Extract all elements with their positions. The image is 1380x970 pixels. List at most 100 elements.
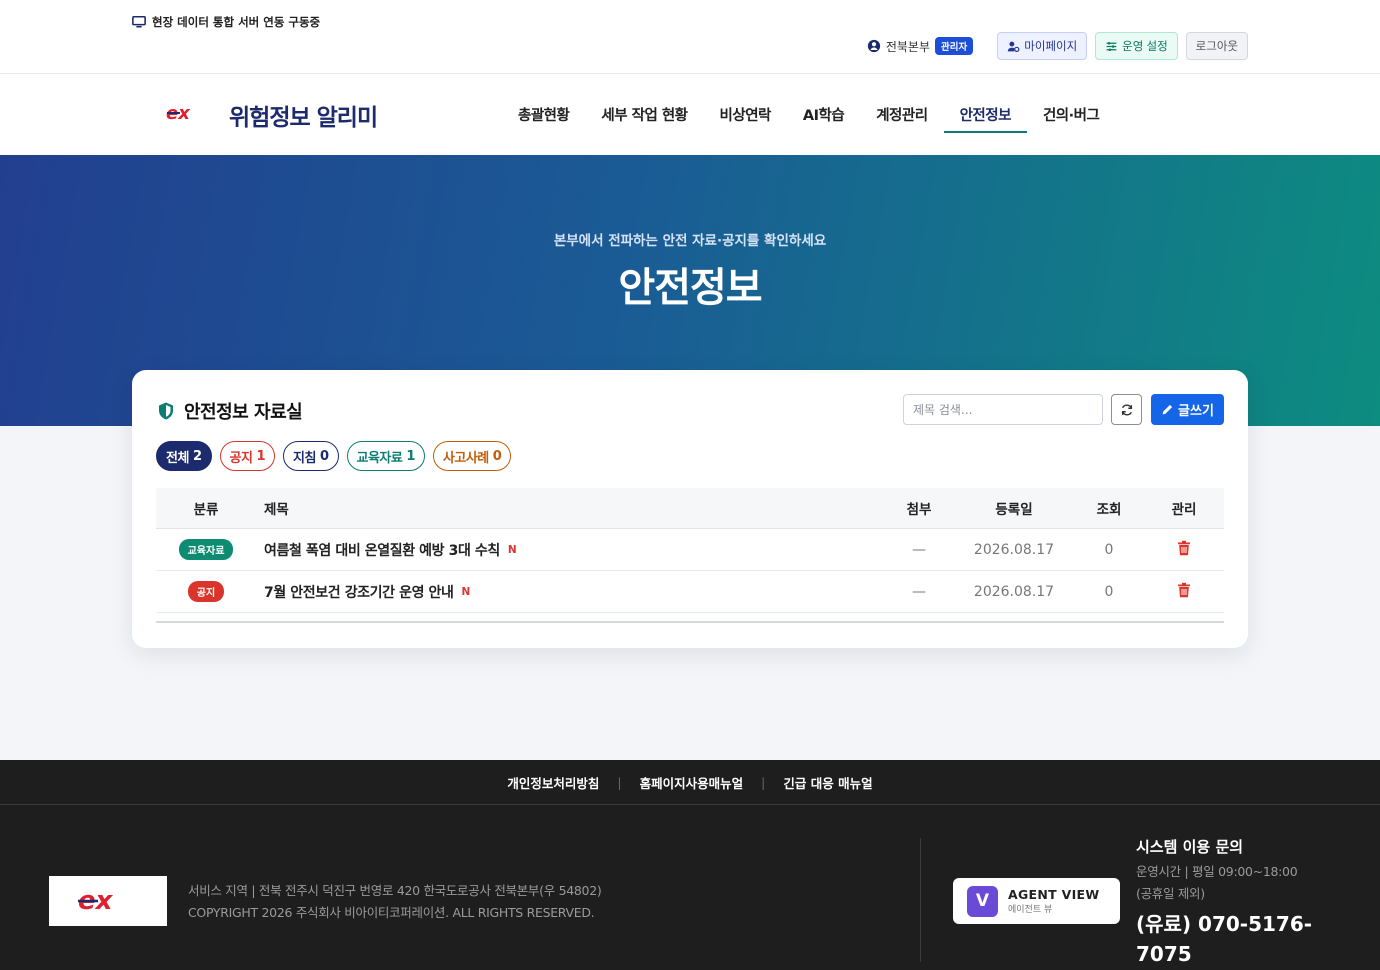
filter-count: 1 [256,448,265,464]
user-gear-icon [1008,41,1020,52]
row-manage [1144,582,1224,602]
footer-links: 개인정보처리방침 | 홈페이지사용매뉴얼 | 긴급 대응 매뉴얼 [0,760,1380,805]
write-button[interactable]: 글쓰기 [1151,394,1224,425]
row-date: 2026.08.17 [973,541,1055,558]
contact-hours-text: 운영시간 | 평일 09:00~18:00 [1136,864,1298,879]
filter-accident-case[interactable]: 사고사례 0 [432,441,512,471]
search-input[interactable] [903,394,1103,425]
refresh-button[interactable] [1111,394,1142,425]
role-badge: 관리자 [935,37,974,55]
monitor-icon [132,15,146,28]
ex-logo-icon[interactable]: ex [166,102,206,124]
page-title: 안전정보 [618,265,762,311]
ops-settings-button[interactable]: 운영 설정 [1095,32,1178,60]
footer-divider [920,838,921,962]
contact-phone[interactable]: (유료) 070-5176-7075 [1136,909,1356,969]
category-filters: 전체 2 공지 1 지침 0 교육자료 1 사고사례 0 [156,441,512,471]
agent-view-subtitle: 에이전트 뷰 [1008,905,1053,915]
filter-all[interactable]: 전체 2 [156,441,212,471]
trash-icon [1178,582,1190,597]
nav-safety-info[interactable]: 안전정보 [943,74,1028,155]
write-label: 글쓰기 [1178,403,1214,418]
footer-link-manual[interactable]: 홈페이지사용매뉴얼 [640,773,744,792]
post-title[interactable]: 7월 안전보건 강조기간 운영 안내 [264,582,454,602]
footer-separator: | [761,774,766,790]
contact-holiday-text: (공휴일 제외) [1136,886,1205,901]
board-title-text: 안전정보 자료실 [184,402,303,423]
category-badge: 교육자료 [178,539,234,560]
server-status: 현장 데이터 통합 서버 연동 구동중 [132,14,320,30]
row-attachment: — [912,583,926,600]
user-area: 전북본부 관리자 마이페이지 운영 설정 로그아웃 [867,32,1248,60]
hero-subtitle: 본부에서 전파하는 안전 자료·공지를 확인하세요 [553,233,827,249]
footer-address: 서비스 지역 | 전북 전주시 덕진구 번영로 420 한국도로공사 전북본부(… [188,880,602,924]
filter-count: 0 [319,448,329,464]
agent-view-title: AGENT VIEW [1008,887,1100,902]
trash-icon [1178,540,1190,555]
refresh-icon [1121,404,1132,415]
header-category: 분류 [193,502,219,518]
post-title[interactable]: 여름철 폭염 대비 온열질환 예방 3대 수칙 [264,540,500,560]
filter-label: 공지 [229,450,253,466]
footer-link-privacy[interactable]: 개인정보처리방침 [507,773,599,792]
logout-button[interactable]: 로그아웃 [1185,32,1248,60]
row-manage [1144,540,1224,560]
footer-logo: ex [49,876,167,926]
filter-notice[interactable]: 공지 1 [219,441,275,471]
row-views: 0 [1104,541,1114,558]
header-attachment: 첨부 [906,502,932,518]
filter-label: 사고사례 [442,450,489,466]
brand-title[interactable]: 위험정보 알리미 [229,98,378,132]
filter-label: 교육자료 [356,450,403,466]
new-badge: N [461,585,470,598]
new-badge: N [507,543,517,556]
row-title[interactable]: 여름철 폭염 대비 온열질환 예방 3대 수칙 N [256,540,884,560]
copyright-text: COPYRIGHT 2026 주식회사 비아이티코퍼레이션. ALL RIGHT… [188,905,595,920]
row-category: 공지 [156,581,256,602]
nav-ai-learning[interactable]: AI학습 [787,74,860,155]
row-title[interactable]: 7월 안전보건 강조기간 운영 안내 N [256,582,884,602]
filter-count: 0 [492,448,502,464]
ops-settings-label: 운영 설정 [1122,41,1168,53]
sliders-icon [1106,41,1117,51]
address-text: 서비스 지역 | 전북 전주시 덕진구 번영로 420 한국도로공사 전북본부(… [188,883,602,898]
nav-work-status[interactable]: 세부 작업 현황 [585,74,703,155]
footer: 개인정보처리방침 | 홈페이지사용매뉴얼 | 긴급 대응 매뉴얼 ex 서비스 … [0,760,1380,970]
ex-logo-icon: ex [78,886,114,916]
nav-feedback[interactable]: 건의·버그 [1027,74,1115,155]
contact-info: 시스템 이용 문의 운영시간 | 평일 09:00~18:00 (공휴일 제외)… [1136,836,1356,969]
header-title: 제목 [264,502,289,518]
footer-link-emergency-manual[interactable]: 긴급 대응 매뉴얼 [783,773,872,792]
filter-label: 전체 [166,450,189,466]
user-circle-icon [867,39,880,53]
nav-overview[interactable]: 총괄현황 [502,74,585,155]
filter-count: 1 [406,448,415,464]
footer-separator: | [617,774,622,790]
header-manage: 관리 [1171,502,1197,518]
filter-count: 2 [192,448,202,464]
table-row[interactable]: 공지 7월 안전보건 강조기간 운영 안내 N — 2026.08.17 0 [156,571,1224,613]
delete-button[interactable] [1177,540,1191,560]
header-date: 등록일 [995,502,1033,518]
row-views: 0 [1104,583,1114,600]
filter-guideline[interactable]: 지침 0 [283,441,339,471]
main-header: ex 위험정보 알리미 총괄현황 세부 작업 현황 비상연락 AI학습 계정관리… [0,74,1380,155]
agent-view-button[interactable]: V AGENT VIEW 에이전트 뷰 [953,878,1120,924]
nav-account[interactable]: 계정관리 [860,74,943,155]
user-name: 전북본부 [885,39,931,54]
table-row[interactable]: 교육자료 여름철 폭염 대비 온열질환 예방 3대 수칙 N — 2026.08.… [156,529,1224,571]
server-status-text: 현장 데이터 통합 서버 연동 구동중 [152,15,321,29]
mypage-button[interactable]: 마이페이지 [997,32,1088,60]
filter-label: 지침 [293,450,316,466]
contact-hours: 운영시간 | 평일 09:00~18:00 (공휴일 제외) [1136,861,1356,905]
nav-emergency-contact[interactable]: 비상연락 [704,74,787,155]
posts-table: 분류 제목 첨부 등록일 조회 관리 교육자료 여름철 폭염 대비 온열질환 예… [156,488,1224,623]
contact-title: 시스템 이용 문의 [1136,838,1244,856]
main-nav: 총괄현황 세부 작업 현황 비상연락 AI학습 계정관리 안전정보 건의·버그 [502,74,1115,155]
table-header: 분류 제목 첨부 등록일 조회 관리 [156,488,1224,529]
agent-view-text: AGENT VIEW 에이전트 뷰 [1008,887,1099,915]
delete-button[interactable] [1177,582,1191,602]
agent-view-logo-icon: V [967,885,998,917]
filter-education[interactable]: 교육자료 1 [346,441,425,471]
mypage-label: 마이페이지 [1024,41,1078,53]
